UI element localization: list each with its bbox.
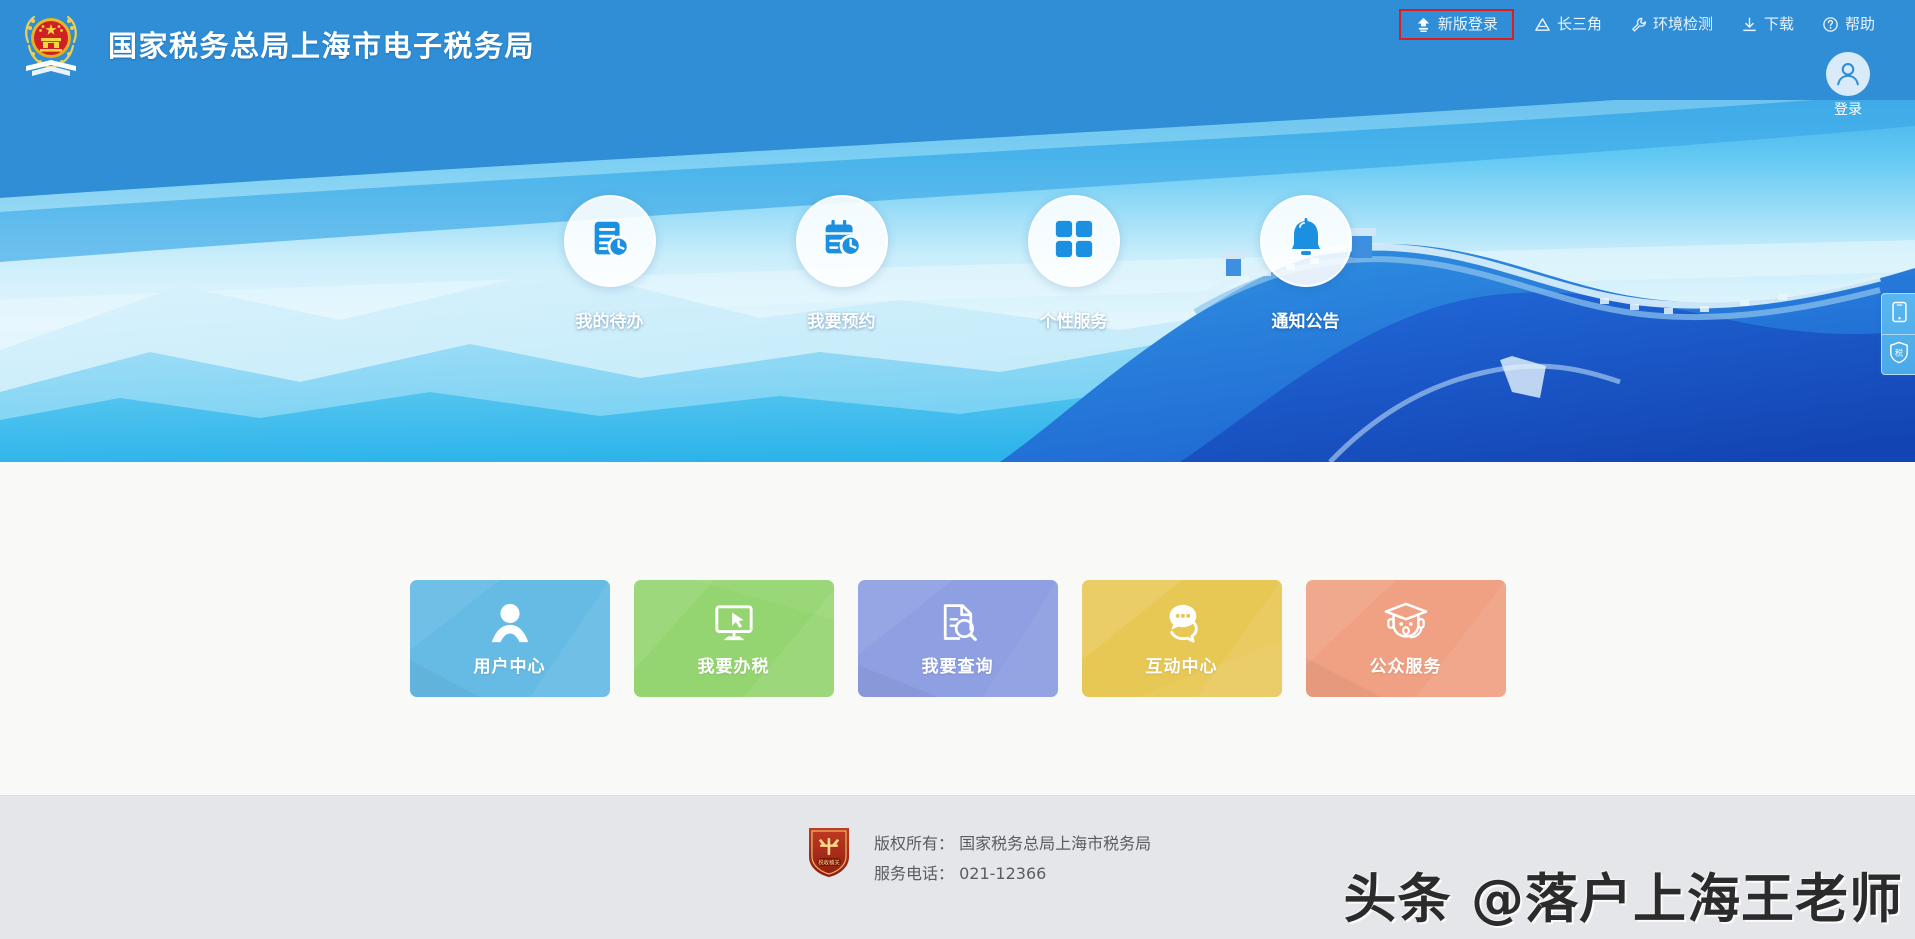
nav-item-label: 长三角	[1557, 17, 1602, 32]
service-card-label: 互动中心	[1146, 652, 1218, 677]
hero-shortcut-announcement[interactable]: 通知公告	[1258, 195, 1354, 332]
service-card-label: 公众服务	[1370, 652, 1442, 677]
nav-item-label: 新版登录	[1438, 17, 1498, 32]
nav-item-download[interactable]: 下载	[1727, 10, 1808, 39]
nav-item-label: 下载	[1764, 17, 1794, 32]
service-card-grid: 用户中心	[0, 580, 1915, 697]
hero-shortcut-icon-wrap	[1028, 195, 1120, 287]
mobile-phone-icon	[1891, 301, 1908, 328]
service-card-user-center[interactable]: 用户中心	[410, 580, 610, 697]
hero-shortcut-label: 我的待办	[576, 307, 644, 332]
nav-item-yangtze-delta[interactable]: 长三角	[1520, 10, 1616, 39]
footer-service-phone: 服务电话： 021-12366	[874, 859, 1151, 889]
right-side-dock: 税	[1881, 293, 1915, 375]
login-button[interactable]: 登录	[1809, 52, 1887, 119]
site-header: 国家税务总局上海市电子税务局 新版登录	[0, 0, 1915, 100]
hero-shortcut-appointment[interactable]: 我要预约	[794, 195, 890, 332]
footer-copyright: 版权所有： 国家税务总局上海市税务局	[874, 829, 1151, 859]
login-label: 登录	[1834, 99, 1862, 119]
hero-shortcut-label: 个性服务	[1040, 307, 1108, 332]
hero-shortcuts: 我的待办	[0, 195, 1915, 332]
hero-shortcut-label: 通知公告	[1272, 307, 1340, 332]
download-icon	[1741, 16, 1758, 33]
national-tax-emblem	[18, 4, 84, 84]
hero-shortcut-personalized[interactable]: 个性服务	[1026, 195, 1122, 332]
nav-item-label: 帮助	[1845, 17, 1875, 32]
upload-arrow-icon	[1415, 16, 1432, 33]
badge-text: 税收稽关	[818, 858, 840, 866]
service-card-tax-filing[interactable]: 我要办税	[634, 580, 834, 697]
bell-icon	[1284, 217, 1328, 266]
tax-shield-icon: 税	[1889, 341, 1909, 369]
hero-shortcut-label: 我要预约	[808, 307, 876, 332]
dock-tax-label: 税	[1895, 347, 1903, 357]
top-navigation: 新版登录 长三角 环境检测	[1399, 9, 1889, 40]
nav-item-help[interactable]: 帮助	[1808, 10, 1889, 39]
wrench-icon	[1630, 16, 1647, 33]
hero-shortcut-my-todo[interactable]: 我的待办	[562, 195, 658, 332]
main-content: 用户中心	[0, 462, 1915, 795]
footer-text-block: 版权所有： 国家税务总局上海市税务局 服务电话： 021-12366	[874, 825, 1151, 889]
dock-button-mobile[interactable]	[1882, 294, 1915, 334]
service-card-label: 我要查询	[922, 652, 994, 677]
nav-item-label: 环境检测	[1653, 17, 1713, 32]
document-clock-icon	[587, 216, 633, 267]
chat-bubbles-icon	[1160, 600, 1204, 644]
page-root: 我的待办	[0, 0, 1915, 939]
service-card-query[interactable]: 我要查询	[858, 580, 1058, 697]
hero-shortcut-icon-wrap	[564, 195, 656, 287]
hero-shortcut-icon-wrap	[796, 195, 888, 287]
triangle-icon	[1534, 16, 1551, 33]
monitor-cursor-icon	[712, 600, 756, 644]
service-card-label: 用户中心	[474, 652, 546, 677]
graduate-headset-icon	[1383, 600, 1429, 644]
service-card-interaction[interactable]: 互动中心	[1082, 580, 1282, 697]
hero-shortcut-icon-wrap	[1260, 195, 1352, 287]
question-circle-icon	[1822, 16, 1839, 33]
grid-squares-icon	[1053, 218, 1095, 265]
user-avatar-icon	[1826, 52, 1870, 96]
watermark-text: 头条 @落户上海王老师	[1344, 857, 1903, 933]
service-card-public-service[interactable]: 公众服务	[1306, 580, 1506, 697]
nav-item-new-login[interactable]: 新版登录	[1399, 9, 1514, 40]
brand: 国家税务总局上海市电子税务局	[18, 4, 535, 84]
page-title: 国家税务总局上海市电子税务局	[108, 23, 535, 65]
dock-button-tax-shield[interactable]: 税	[1882, 334, 1915, 374]
nav-item-environment-check[interactable]: 环境检测	[1616, 10, 1727, 39]
user-person-icon	[488, 600, 532, 644]
document-search-icon	[937, 600, 979, 644]
tax-shield-badge: 税收稽关	[806, 825, 852, 879]
service-card-label: 我要办税	[698, 652, 770, 677]
calendar-clock-icon	[819, 216, 865, 267]
